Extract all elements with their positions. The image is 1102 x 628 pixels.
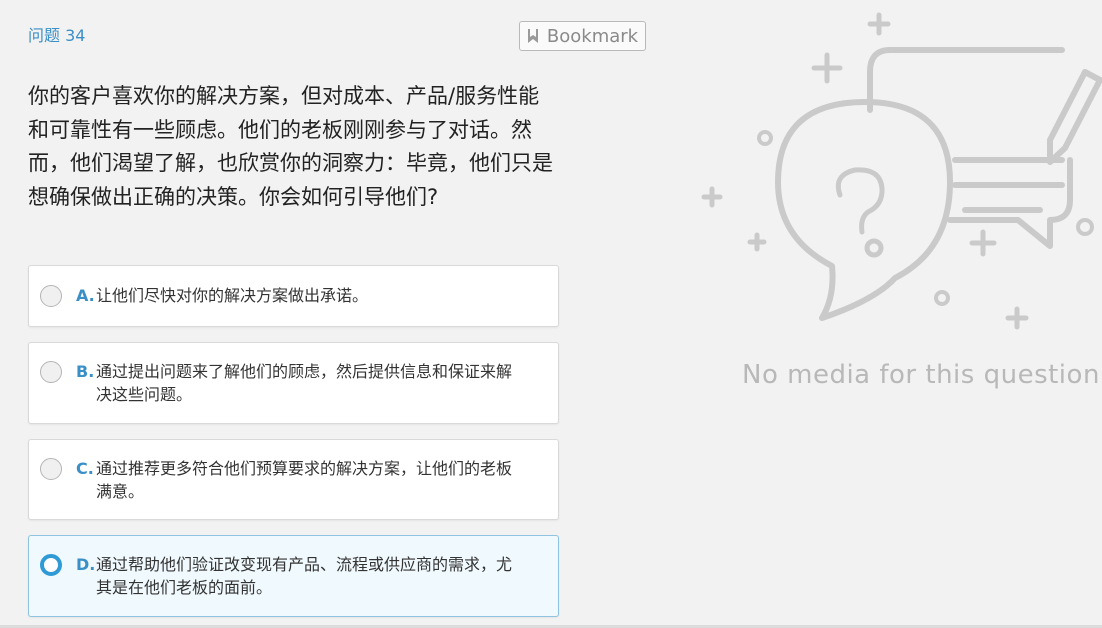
option-text: 通过提出问题来了解他们的顾虑，然后提供信息和保证来解决这些问题。 [96,362,513,404]
answer-option-a[interactable]: A. 让他们尽快对你的解决方案做出承诺。 [28,265,559,327]
answer-option-c[interactable]: C. 通过推荐更多符合他们预算要求的解决方案，让他们的老板满意。 [28,439,559,520]
option-letter: B. [76,362,95,381]
bookmark-icon [527,29,538,43]
answer-option-b[interactable]: B. 通过提出问题来了解他们的顾虑，然后提供信息和保证来解决这些问题。 [28,342,559,424]
option-letter: A. [76,286,95,305]
no-media-label: No media for this question [742,360,1100,390]
media-placeholder [690,0,1102,628]
option-radio-selected[interactable] [40,554,62,576]
bookmark-label: Bookmark [546,25,639,47]
option-text: 通过推荐更多符合他们预算要求的解决方案，让他们的老板满意。 [96,459,513,501]
question-number: 问题 34 [28,26,86,45]
question-text: 你的客户喜欢你的解决方案，但对成本、产品/服务性能和可靠性有一些顾虑。他们的老板… [28,84,553,209]
option-radio[interactable] [40,458,62,480]
option-letter: D. [76,555,96,574]
chat-question-pencil-illustration [701,12,1102,330]
answer-option-d[interactable]: D. 通过帮助他们验证改变现有产品、流程或供应商的需求，尤其是在他们老板的面前。 [28,535,559,617]
option-text: 通过帮助他们验证改变现有产品、流程或供应商的需求，尤其是在他们老板的面前。 [96,555,513,597]
option-radio[interactable] [40,285,62,307]
bookmark-button[interactable]: Bookmark [519,21,646,51]
option-text: 让他们尽快对你的解决方案做出承诺。 [96,286,369,305]
option-radio[interactable] [40,361,62,383]
option-letter: C. [76,459,94,478]
